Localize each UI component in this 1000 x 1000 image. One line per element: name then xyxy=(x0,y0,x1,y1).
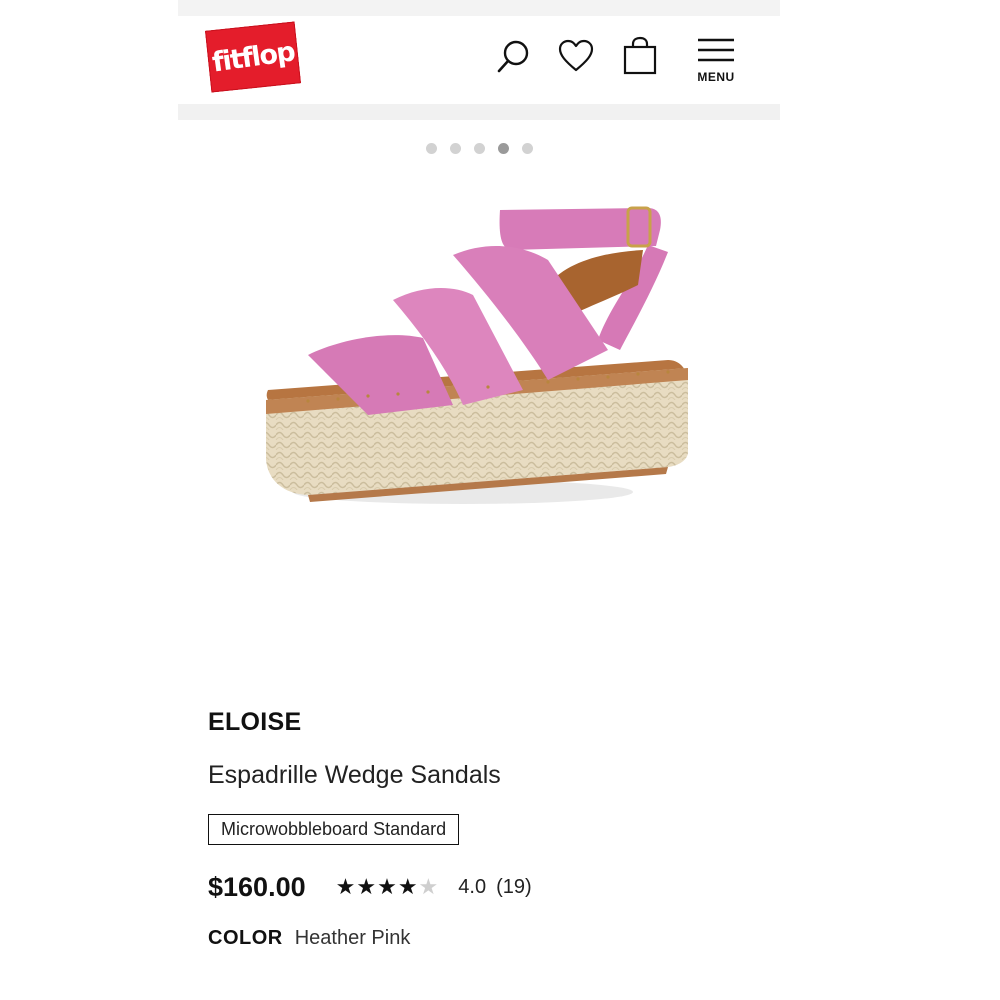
menu-icon xyxy=(698,38,734,62)
heart-icon xyxy=(558,39,594,72)
product-price: $160.00 xyxy=(208,871,306,902)
star-filled-icon: ★ xyxy=(377,874,397,899)
search-button[interactable] xyxy=(494,36,534,76)
rating-stars[interactable]: ★ ★ ★ ★ ★ xyxy=(336,876,439,898)
star-filled-icon: ★ xyxy=(397,874,418,899)
carousel-dot-4[interactable] xyxy=(497,143,509,154)
menu-button[interactable]: MENU xyxy=(694,36,738,88)
search-icon xyxy=(497,40,529,73)
star-filled-icon: ★ xyxy=(335,874,356,899)
product-name: ELOISE xyxy=(208,708,302,736)
wishlist-button[interactable] xyxy=(556,36,596,76)
product-image-sandal[interactable] xyxy=(248,190,708,530)
menu-label: MENU xyxy=(697,70,735,84)
carousel-dot-5[interactable] xyxy=(521,143,533,154)
color-label: COLOR xyxy=(208,927,283,949)
bag-icon xyxy=(623,36,657,75)
price-rating-row: $160.00 ★ ★ ★ ★ ★ 4.0 (19) xyxy=(208,869,768,905)
star-filled-icon: ★ xyxy=(356,874,377,899)
bag-button[interactable] xyxy=(620,36,660,76)
carousel-dots xyxy=(178,143,780,155)
review-count-link[interactable]: (19) xyxy=(496,876,532,899)
product-page: fitflop MENU ELOISE Espadrille Wedge San… xyxy=(178,0,780,1000)
product-info: ELOISE Espadrille Wedge Sandals Microwob… xyxy=(208,708,768,950)
logo-text: fitflop xyxy=(210,35,296,79)
color-value: Heather Pink xyxy=(294,927,411,949)
carousel-dot-1[interactable] xyxy=(425,143,437,154)
header-divider-bar xyxy=(178,104,780,120)
fitflop-logo[interactable]: fitflop xyxy=(205,21,301,93)
carousel-dot-2[interactable] xyxy=(449,143,461,154)
product-subtitle: Espadrille Wedge Sandals xyxy=(208,761,501,789)
technology-tag: Microwobbleboard Standard xyxy=(208,814,460,845)
color-row: COLOR Heather Pink xyxy=(208,927,768,950)
top-announcement-strip xyxy=(178,0,780,17)
rating-value: 4.0 xyxy=(458,875,487,898)
carousel-dot-3[interactable] xyxy=(473,143,485,154)
site-header: fitflop MENU xyxy=(178,16,780,104)
star-empty-icon: ★ xyxy=(418,874,439,899)
